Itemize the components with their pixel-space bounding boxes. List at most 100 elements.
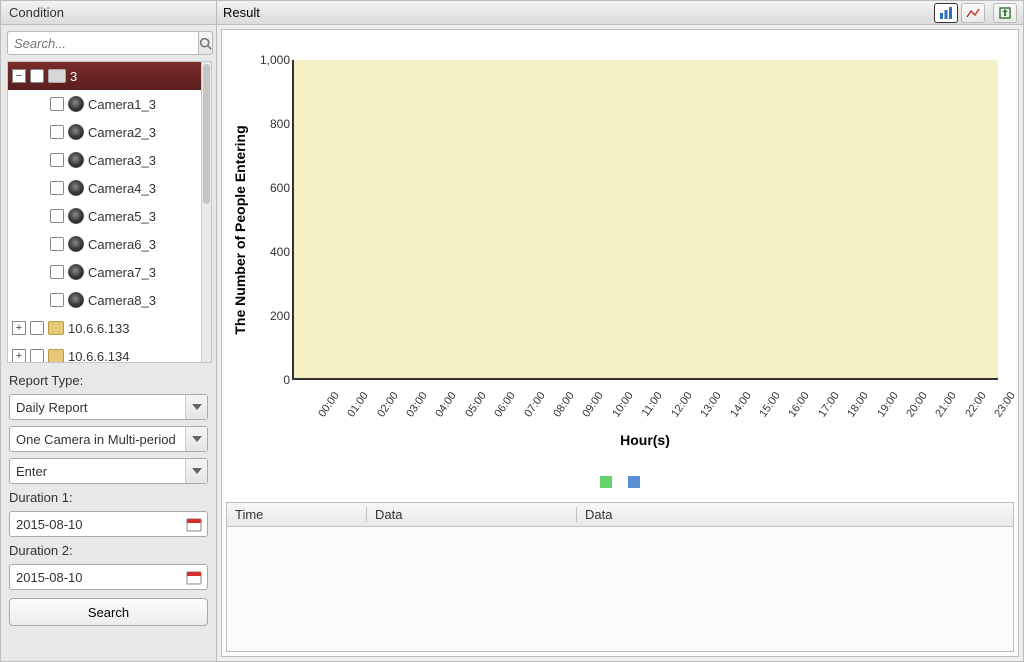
camera-label: Camera8_3 [88, 293, 197, 308]
chart-plot: The Number of People Entering 0 200 400 600… [222, 30, 1018, 464]
folder-icon [48, 349, 64, 362]
tree-camera-node[interactable]: Camera3_3 [8, 146, 201, 174]
legend-swatch [628, 476, 640, 488]
line-chart-icon [966, 7, 980, 19]
expand-icon[interactable]: + [12, 349, 26, 362]
direction-select[interactable]: Enter [9, 458, 208, 484]
checkbox[interactable] [50, 265, 64, 279]
result-table: Time Data Data [226, 502, 1014, 652]
duration1-label: Duration 1: [9, 490, 208, 505]
checkbox[interactable] [30, 321, 44, 335]
chart-ytick: 400 [256, 245, 290, 259]
camera-label: Camera3_3 [88, 153, 197, 168]
camera-icon [68, 264, 84, 280]
report-type-select[interactable]: Daily Report [9, 394, 208, 420]
table-body [227, 527, 1013, 651]
tree-camera-node[interactable]: Camera4_3 [8, 174, 201, 202]
bar-chart-toggle[interactable] [934, 3, 958, 23]
tree-ip-node[interactable]: +10.6.6.133 [8, 314, 201, 342]
checkbox[interactable] [50, 209, 64, 223]
calendar-icon[interactable] [184, 567, 204, 587]
ip-label: 10.6.6.134 [68, 349, 197, 363]
result-panel: Result The N [217, 1, 1023, 661]
direction-value: Enter [10, 464, 185, 479]
checkbox[interactable] [50, 125, 64, 139]
scrollbar-thumb[interactable] [203, 64, 210, 204]
legend-swatch [600, 476, 612, 488]
checkbox[interactable] [30, 349, 44, 362]
camera-label: Camera7_3 [88, 265, 197, 280]
checkbox[interactable] [50, 181, 64, 195]
collapse-icon[interactable]: − [12, 69, 26, 83]
bar-chart-icon [939, 7, 953, 19]
tree-camera-node[interactable]: Camera5_3 [8, 202, 201, 230]
camera-icon [68, 292, 84, 308]
chart-ylabel: The Number of People Entering [232, 125, 248, 334]
camera-mode-value: One Camera in Multi-period [10, 432, 185, 447]
condition-title: Condition [1, 1, 216, 25]
duration2-label: Duration 2: [9, 543, 208, 558]
chart-ytick: 0 [256, 373, 290, 387]
chart-xlabel: Hour(s) [292, 432, 998, 448]
checkbox[interactable] [30, 69, 44, 83]
tree-camera-node[interactable]: Camera7_3 [8, 258, 201, 286]
export-icon [998, 6, 1012, 20]
magnifier-icon [199, 37, 212, 50]
camera-mode-select[interactable]: One Camera in Multi-period [9, 426, 208, 452]
tree-camera-node[interactable]: Camera1_3 [8, 90, 201, 118]
checkbox[interactable] [50, 153, 64, 167]
camera-label: Camera6_3 [88, 237, 197, 252]
table-col-data2[interactable]: Data [577, 507, 1013, 522]
export-button[interactable] [993, 3, 1017, 23]
condition-panel: Condition − 3 Camera1_3 Camera2_3 Camera3_… [1, 1, 217, 661]
camera-tree[interactable]: − 3 Camera1_3 Camera2_3 Camera3_3 Camera4_3… [7, 61, 212, 363]
chevron-down-icon[interactable] [185, 427, 207, 451]
camera-label: Camera2_3 [88, 125, 197, 140]
camera-icon [68, 96, 84, 112]
tree-root-label: 3 [70, 69, 197, 84]
tree-camera-node[interactable]: Camera2_3 [8, 118, 201, 146]
tree-scrollbar[interactable] [201, 62, 211, 362]
tree-root-node[interactable]: − 3 [8, 62, 201, 90]
tree-camera-node[interactable]: Camera6_3 [8, 230, 201, 258]
table-col-time[interactable]: Time [227, 507, 367, 522]
tree-camera-node[interactable]: Camera8_3 [8, 286, 201, 314]
folder-icon [48, 321, 64, 335]
chart-ytick: 1,000 [256, 53, 290, 67]
expand-icon[interactable]: + [12, 321, 26, 335]
chart-ytick: 600 [256, 181, 290, 195]
chart-ytick: 800 [256, 117, 290, 131]
line-chart-toggle[interactable] [961, 3, 985, 23]
camera-label: Camera1_3 [88, 97, 197, 112]
duration1-input[interactable]: 2015-08-10 [9, 511, 208, 537]
tree-ip-node[interactable]: +10.6.6.134 [8, 342, 201, 362]
calendar-icon[interactable] [184, 514, 204, 534]
report-type-label: Report Type: [9, 373, 208, 388]
search-input[interactable] [7, 31, 199, 55]
checkbox[interactable] [50, 97, 64, 111]
checkbox[interactable] [50, 293, 64, 307]
camera-icon [68, 208, 84, 224]
chevron-down-icon[interactable] [185, 459, 207, 483]
search-icon-button[interactable] [199, 31, 213, 55]
camera-icon [68, 152, 84, 168]
chart-legend [222, 464, 1018, 502]
ip-label: 10.6.6.133 [68, 321, 197, 336]
table-col-data1[interactable]: Data [367, 507, 577, 522]
camera-label: Camera4_3 [88, 181, 197, 196]
camera-label: Camera5_3 [88, 209, 197, 224]
folder-icon [48, 69, 66, 83]
duration1-value: 2015-08-10 [10, 517, 184, 532]
camera-icon [68, 236, 84, 252]
chart-canvas [292, 60, 998, 380]
search-button[interactable]: Search [9, 598, 208, 626]
camera-icon [68, 180, 84, 196]
chevron-down-icon[interactable] [185, 395, 207, 419]
chart-ytick: 200 [256, 309, 290, 323]
duration2-input[interactable]: 2015-08-10 [9, 564, 208, 590]
duration2-value: 2015-08-10 [10, 570, 184, 585]
camera-icon [68, 124, 84, 140]
checkbox[interactable] [50, 237, 64, 251]
report-type-value: Daily Report [10, 400, 185, 415]
result-title: Result [223, 5, 931, 20]
